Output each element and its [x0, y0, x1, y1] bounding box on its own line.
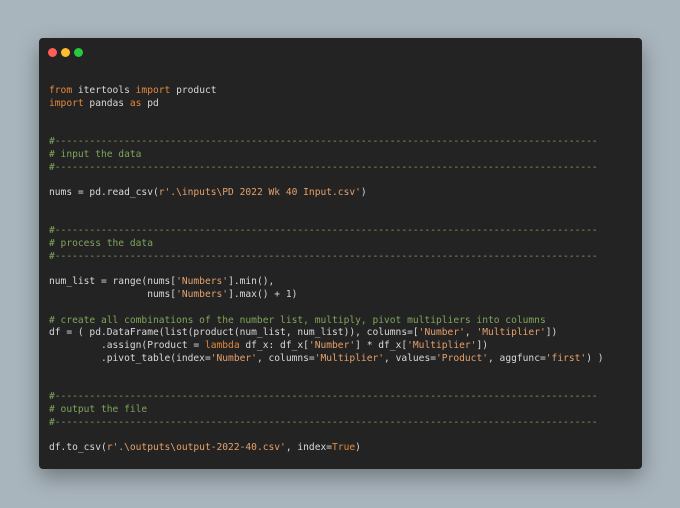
code-token: ])	[545, 327, 558, 339]
code-token: 'Numbers'	[176, 289, 229, 300]
code-token: 'Multiplier'	[476, 327, 546, 339]
code-block: from itertools import product import pand…	[49, 85, 604, 455]
code-token: as	[129, 97, 142, 109]
code-line: #---------------------------------------…	[49, 417, 604, 430]
code-token: ].min(),	[228, 276, 275, 288]
code-line: # process the data	[49, 238, 604, 251]
code-token: # create all combinations of the number …	[49, 314, 546, 326]
code-token: df_x: df_x[	[239, 340, 309, 351]
code-line: df.to_csv(r'.\outputs\output-2022-40.csv…	[49, 442, 604, 455]
code-token: .pivot_table(index=	[49, 352, 211, 364]
code-token: #---------------------------------------…	[49, 250, 598, 262]
code-token: #---------------------------------------…	[49, 391, 598, 402]
maximize-button[interactable]	[74, 48, 83, 57]
code-token: True	[332, 442, 356, 453]
code-token: # input the data	[49, 148, 142, 160]
code-token: pd	[141, 97, 159, 109]
code-token: from	[49, 85, 73, 96]
code-token: ) )	[586, 352, 604, 364]
code-token: 'Number'	[308, 340, 356, 351]
code-token: ] * df_x[	[355, 340, 408, 351]
code-token: nums[	[49, 289, 177, 300]
code-line: #---------------------------------------…	[49, 391, 604, 404]
code-line: .assign(Product = lambda df_x: df_x['Num…	[49, 340, 604, 353]
code-token: nums = pd.read_csv(	[49, 187, 159, 198]
code-token: #---------------------------------------…	[49, 136, 598, 147]
code-token: )	[360, 187, 367, 198]
code-token: lambda	[204, 340, 240, 351]
code-line: # create all combinations of the number …	[49, 315, 604, 328]
close-button[interactable]	[48, 48, 57, 57]
code-token: 'Numbers'	[176, 276, 229, 288]
code-line: #---------------------------------------…	[49, 136, 604, 149]
window-controls	[48, 48, 83, 57]
code-token: , index=	[285, 442, 333, 453]
code-token: 'Number'	[210, 352, 257, 364]
code-line: nums['Numbers'].max() + 1)	[49, 289, 604, 302]
code-line: #---------------------------------------…	[49, 251, 604, 264]
code-token: 'Number'	[418, 327, 465, 339]
code-token: 'Multiplier'	[407, 340, 477, 351]
code-token: , columns=	[256, 352, 315, 364]
code-token: , values=	[384, 352, 437, 364]
code-token: num_list = range(nums[	[49, 276, 177, 288]
code-token: 'Product'	[436, 352, 488, 364]
code-line: import pandas as pd	[49, 98, 604, 111]
code-line: #---------------------------------------…	[49, 162, 604, 175]
code-token: itertools	[72, 85, 136, 96]
code-token: # output the file	[49, 403, 148, 415]
code-token: 'first'	[545, 352, 587, 364]
code-token: )	[355, 442, 361, 453]
code-line: nums = pd.read_csv(r'.\inputs\PD 2022 Wk…	[49, 187, 604, 200]
code-token: pandas	[83, 97, 130, 109]
code-token: .assign(Product =	[49, 340, 205, 351]
code-line: #---------------------------------------…	[49, 225, 604, 238]
code-line: df = ( pd.DataFrame(list(product(num_lis…	[49, 327, 604, 340]
code-token: import	[49, 97, 84, 109]
code-token: #---------------------------------------…	[49, 225, 598, 237]
code-token: #---------------------------------------…	[49, 161, 598, 173]
code-line: num_list = range(nums['Numbers'].min(),	[49, 276, 604, 289]
code-token: ].max() + 1)	[228, 289, 298, 300]
code-token: ])	[476, 340, 488, 351]
code-token: #---------------------------------------…	[49, 416, 598, 428]
code-window: from itertools import product import pand…	[39, 38, 642, 469]
code-line: from itertools import product	[49, 85, 604, 98]
code-token: # process the data	[49, 238, 153, 249]
code-token: ,	[464, 327, 477, 339]
code-token: r'.\outputs\output-2022-40.csv'	[106, 442, 286, 453]
code-token: 'Multiplier'	[314, 352, 385, 364]
code-token: import	[135, 85, 171, 96]
code-token: , aggfunc=	[488, 352, 546, 364]
code-token: df = ( pd.DataFrame(list(product(num_lis…	[49, 327, 419, 339]
code-token: df.to_csv(	[49, 442, 107, 453]
code-line: # output the file	[49, 404, 604, 417]
code-line: .pivot_table(index='Number', columns='Mu…	[49, 353, 604, 366]
code-line: # input the data	[49, 149, 604, 162]
code-token: product	[170, 85, 217, 96]
minimize-button[interactable]	[61, 48, 70, 57]
code-token: r'.\inputs\PD 2022 Wk 40 Input.csv'	[158, 187, 361, 198]
